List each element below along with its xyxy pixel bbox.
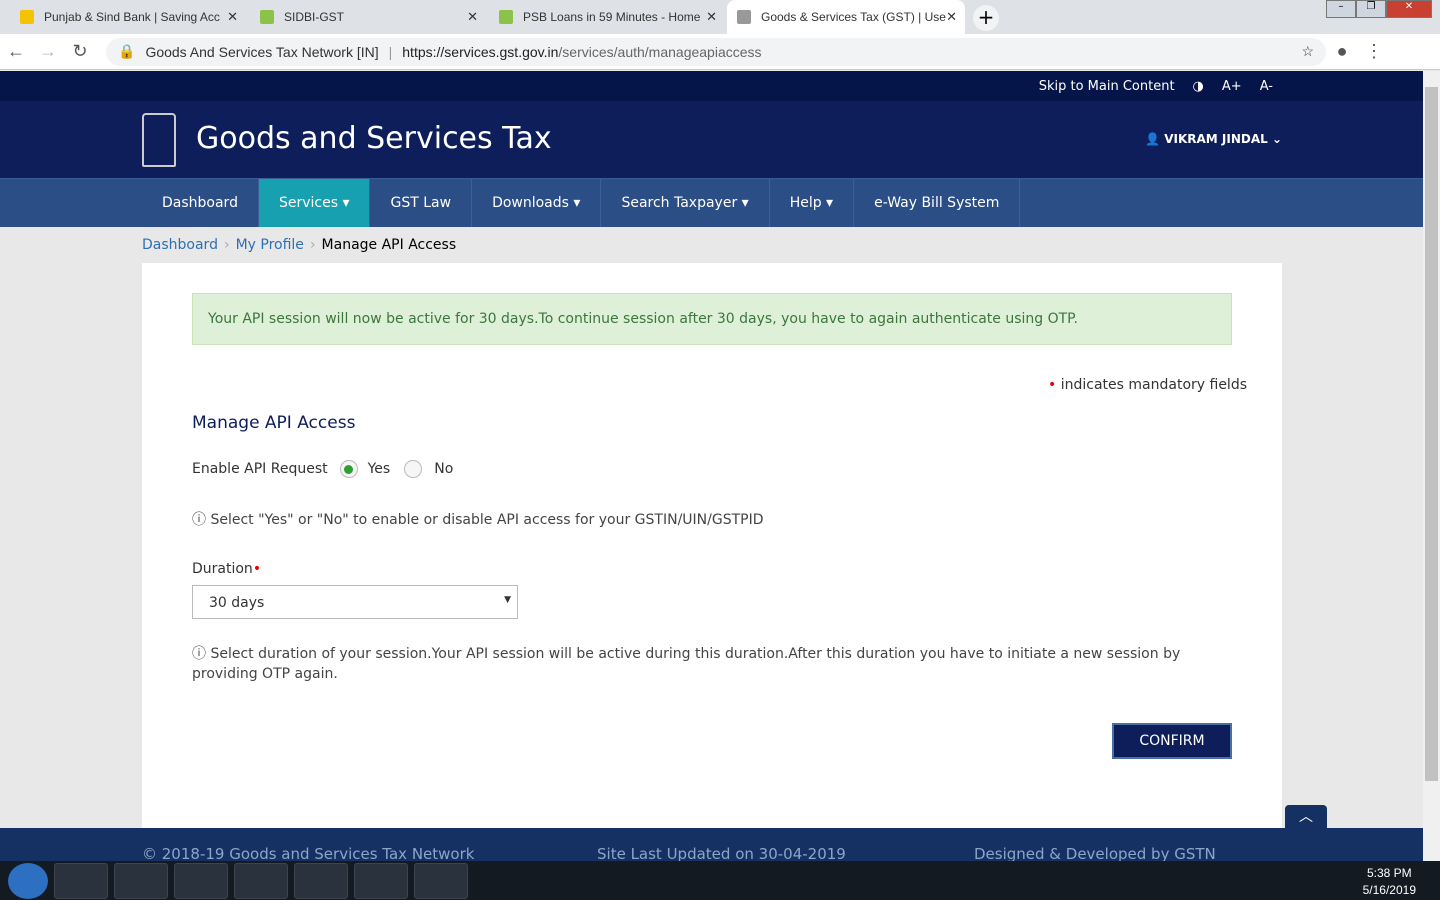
breadcrumb: Dashboard › My Profile › Manage API Access xyxy=(142,237,457,253)
enable-api-label: Enable API Request xyxy=(192,461,328,477)
forward-icon[interactable]: → xyxy=(32,41,64,62)
user-icon: 👤 xyxy=(1145,132,1165,146)
footer-updated: Site Last Updated on 30-04-2019 xyxy=(597,845,846,861)
browser-tab[interactable]: SIDBI-GST ✕ xyxy=(250,0,486,34)
clock-time: 5:38 PM xyxy=(1366,866,1412,880)
footer-developer: Designed & Developed by GSTN xyxy=(974,845,1216,861)
emblem-favicon-icon xyxy=(737,10,751,24)
national-emblem-logo xyxy=(142,113,176,167)
browser-tab[interactable]: Punjab & Sind Bank | Saving Acc ✕ xyxy=(10,0,246,34)
reload-icon[interactable]: ↻ xyxy=(64,41,96,62)
close-tab-icon[interactable]: ✕ xyxy=(946,9,957,25)
font-decrease-button[interactable]: A- xyxy=(1260,79,1273,94)
breadcrumb-dashboard[interactable]: Dashboard xyxy=(142,237,218,253)
mandatory-note: indicates mandatory fields xyxy=(1060,377,1247,393)
info-icon: ⓘ xyxy=(192,512,206,528)
duration-select[interactable]: 30 days ▼ xyxy=(192,585,518,619)
duration-label: Duration xyxy=(192,561,253,577)
system-clock[interactable]: 5:38 PM 5/16/2019 xyxy=(1363,865,1416,899)
back-icon[interactable]: ← xyxy=(0,41,32,62)
nav-dashboard[interactable]: Dashboard xyxy=(142,179,259,227)
font-increase-button[interactable]: A+ xyxy=(1222,79,1242,94)
address-bar: ← → ↻ 🔒 Goods And Services Tax Network [… xyxy=(0,34,1440,70)
user-menu[interactable]: 👤 VIKRAM JINDAL ⌄ xyxy=(1145,132,1282,146)
breadcrumb-current: Manage API Access xyxy=(321,237,457,253)
footer-copyright: © 2018-19 Goods and Services Tax Network xyxy=(142,845,475,861)
media-taskbar-icon[interactable] xyxy=(174,862,228,899)
iw-taskbar-icon[interactable] xyxy=(354,862,408,899)
tab-title: PSB Loans in 59 Minutes - Home xyxy=(523,10,701,24)
tab-title: Goods & Services Tax (GST) | Use xyxy=(761,10,946,24)
menu-icon[interactable]: ⋮ xyxy=(1358,41,1390,62)
chrome-taskbar-icon[interactable] xyxy=(234,862,288,899)
dropdown-arrow-icon: ▼ xyxy=(504,595,511,605)
close-window-button[interactable]: ✕ xyxy=(1386,0,1432,18)
app-taskbar-icon[interactable] xyxy=(414,862,468,899)
skip-to-main-link[interactable]: Skip to Main Content xyxy=(1039,79,1175,94)
confirm-button[interactable]: CONFIRM xyxy=(1112,723,1232,759)
scroll-to-top-button[interactable]: ︿ xyxy=(1285,805,1327,829)
close-tab-icon[interactable]: ✕ xyxy=(706,9,717,25)
manage-api-card: Your API session will now be active for … xyxy=(142,263,1282,833)
nav-search-taxpayer[interactable]: Search Taxpayer ▾ xyxy=(601,179,770,227)
success-alert: Your API session will now be active for … xyxy=(192,293,1232,345)
browser-tab[interactable]: PSB Loans in 59 Minutes - Home ✕ xyxy=(489,0,725,34)
start-button[interactable] xyxy=(8,862,48,899)
tab-title: Punjab & Sind Bank | Saving Acc xyxy=(44,10,220,24)
breadcrumb-my-profile[interactable]: My Profile xyxy=(236,237,304,253)
yes-label: Yes xyxy=(367,461,391,477)
profile-icon[interactable]: ● xyxy=(1326,41,1358,62)
section-title: Manage API Access xyxy=(192,413,356,433)
browser-tab-active[interactable]: Goods & Services Tax (GST) | Use ✕ xyxy=(727,0,965,34)
url-host: https://services.gst.gov.in xyxy=(402,43,559,60)
nav-help[interactable]: Help ▾ xyxy=(770,179,855,227)
no-label: No xyxy=(434,461,454,477)
nav-downloads[interactable]: Downloads ▾ xyxy=(472,179,602,227)
contrast-icon[interactable]: ◑ xyxy=(1193,79,1204,94)
maximize-button[interactable]: ❐ xyxy=(1356,0,1386,18)
duration-value: 30 days xyxy=(209,595,265,611)
star-icon[interactable]: ☆ xyxy=(1301,43,1314,60)
ie-taskbar-icon[interactable] xyxy=(54,862,108,899)
tab-title: SIDBI-GST xyxy=(284,10,345,24)
nav-gst-law[interactable]: GST Law xyxy=(370,179,473,227)
close-tab-icon[interactable]: ✕ xyxy=(227,9,238,25)
close-tab-icon[interactable]: ✕ xyxy=(467,9,478,25)
site-name: Goods And Services Tax Network [IN] xyxy=(145,43,379,60)
new-tab-button[interactable]: + xyxy=(973,5,999,31)
page-scrollbar[interactable] xyxy=(1423,71,1440,861)
help-text-enable: Select "Yes" or "No" to enable or disabl… xyxy=(210,512,764,528)
user-name: VIKRAM JINDAL xyxy=(1164,132,1268,146)
lock-icon: 🔒 xyxy=(118,43,136,59)
main-nav: Dashboard Services ▾ GST Law Downloads ▾… xyxy=(0,178,1423,227)
info-icon: ⓘ xyxy=(192,646,206,662)
browser-tabbar: Punjab & Sind Bank | Saving Acc ✕ SIDBI-G… xyxy=(0,0,1440,34)
folder-taskbar-icon[interactable] xyxy=(294,862,348,899)
nav-eway-bill[interactable]: e-Way Bill System xyxy=(854,179,1021,227)
windows-taskbar: 5:38 PM 5/16/2019 xyxy=(0,861,1440,900)
clock-date: 5/16/2019 xyxy=(1362,883,1416,897)
site-title: Goods and Services Tax xyxy=(196,121,552,156)
bank-favicon-icon xyxy=(20,10,34,24)
explorer-taskbar-icon[interactable] xyxy=(114,862,168,899)
url-input[interactable]: 🔒 Goods And Services Tax Network [IN] | h… xyxy=(106,37,1326,66)
footer: © 2018-19 Goods and Services Tax Network… xyxy=(0,828,1423,861)
nav-services[interactable]: Services ▾ xyxy=(258,179,371,227)
minimize-button[interactable]: – xyxy=(1326,0,1356,18)
favicon-icon xyxy=(499,10,513,24)
help-text-duration: Select duration of your session.Your API… xyxy=(192,646,1181,682)
radio-yes[interactable] xyxy=(339,460,358,478)
radio-no[interactable] xyxy=(404,460,423,478)
favicon-icon xyxy=(260,10,274,24)
url-path: /services/auth/manageapiaccess xyxy=(558,43,762,60)
